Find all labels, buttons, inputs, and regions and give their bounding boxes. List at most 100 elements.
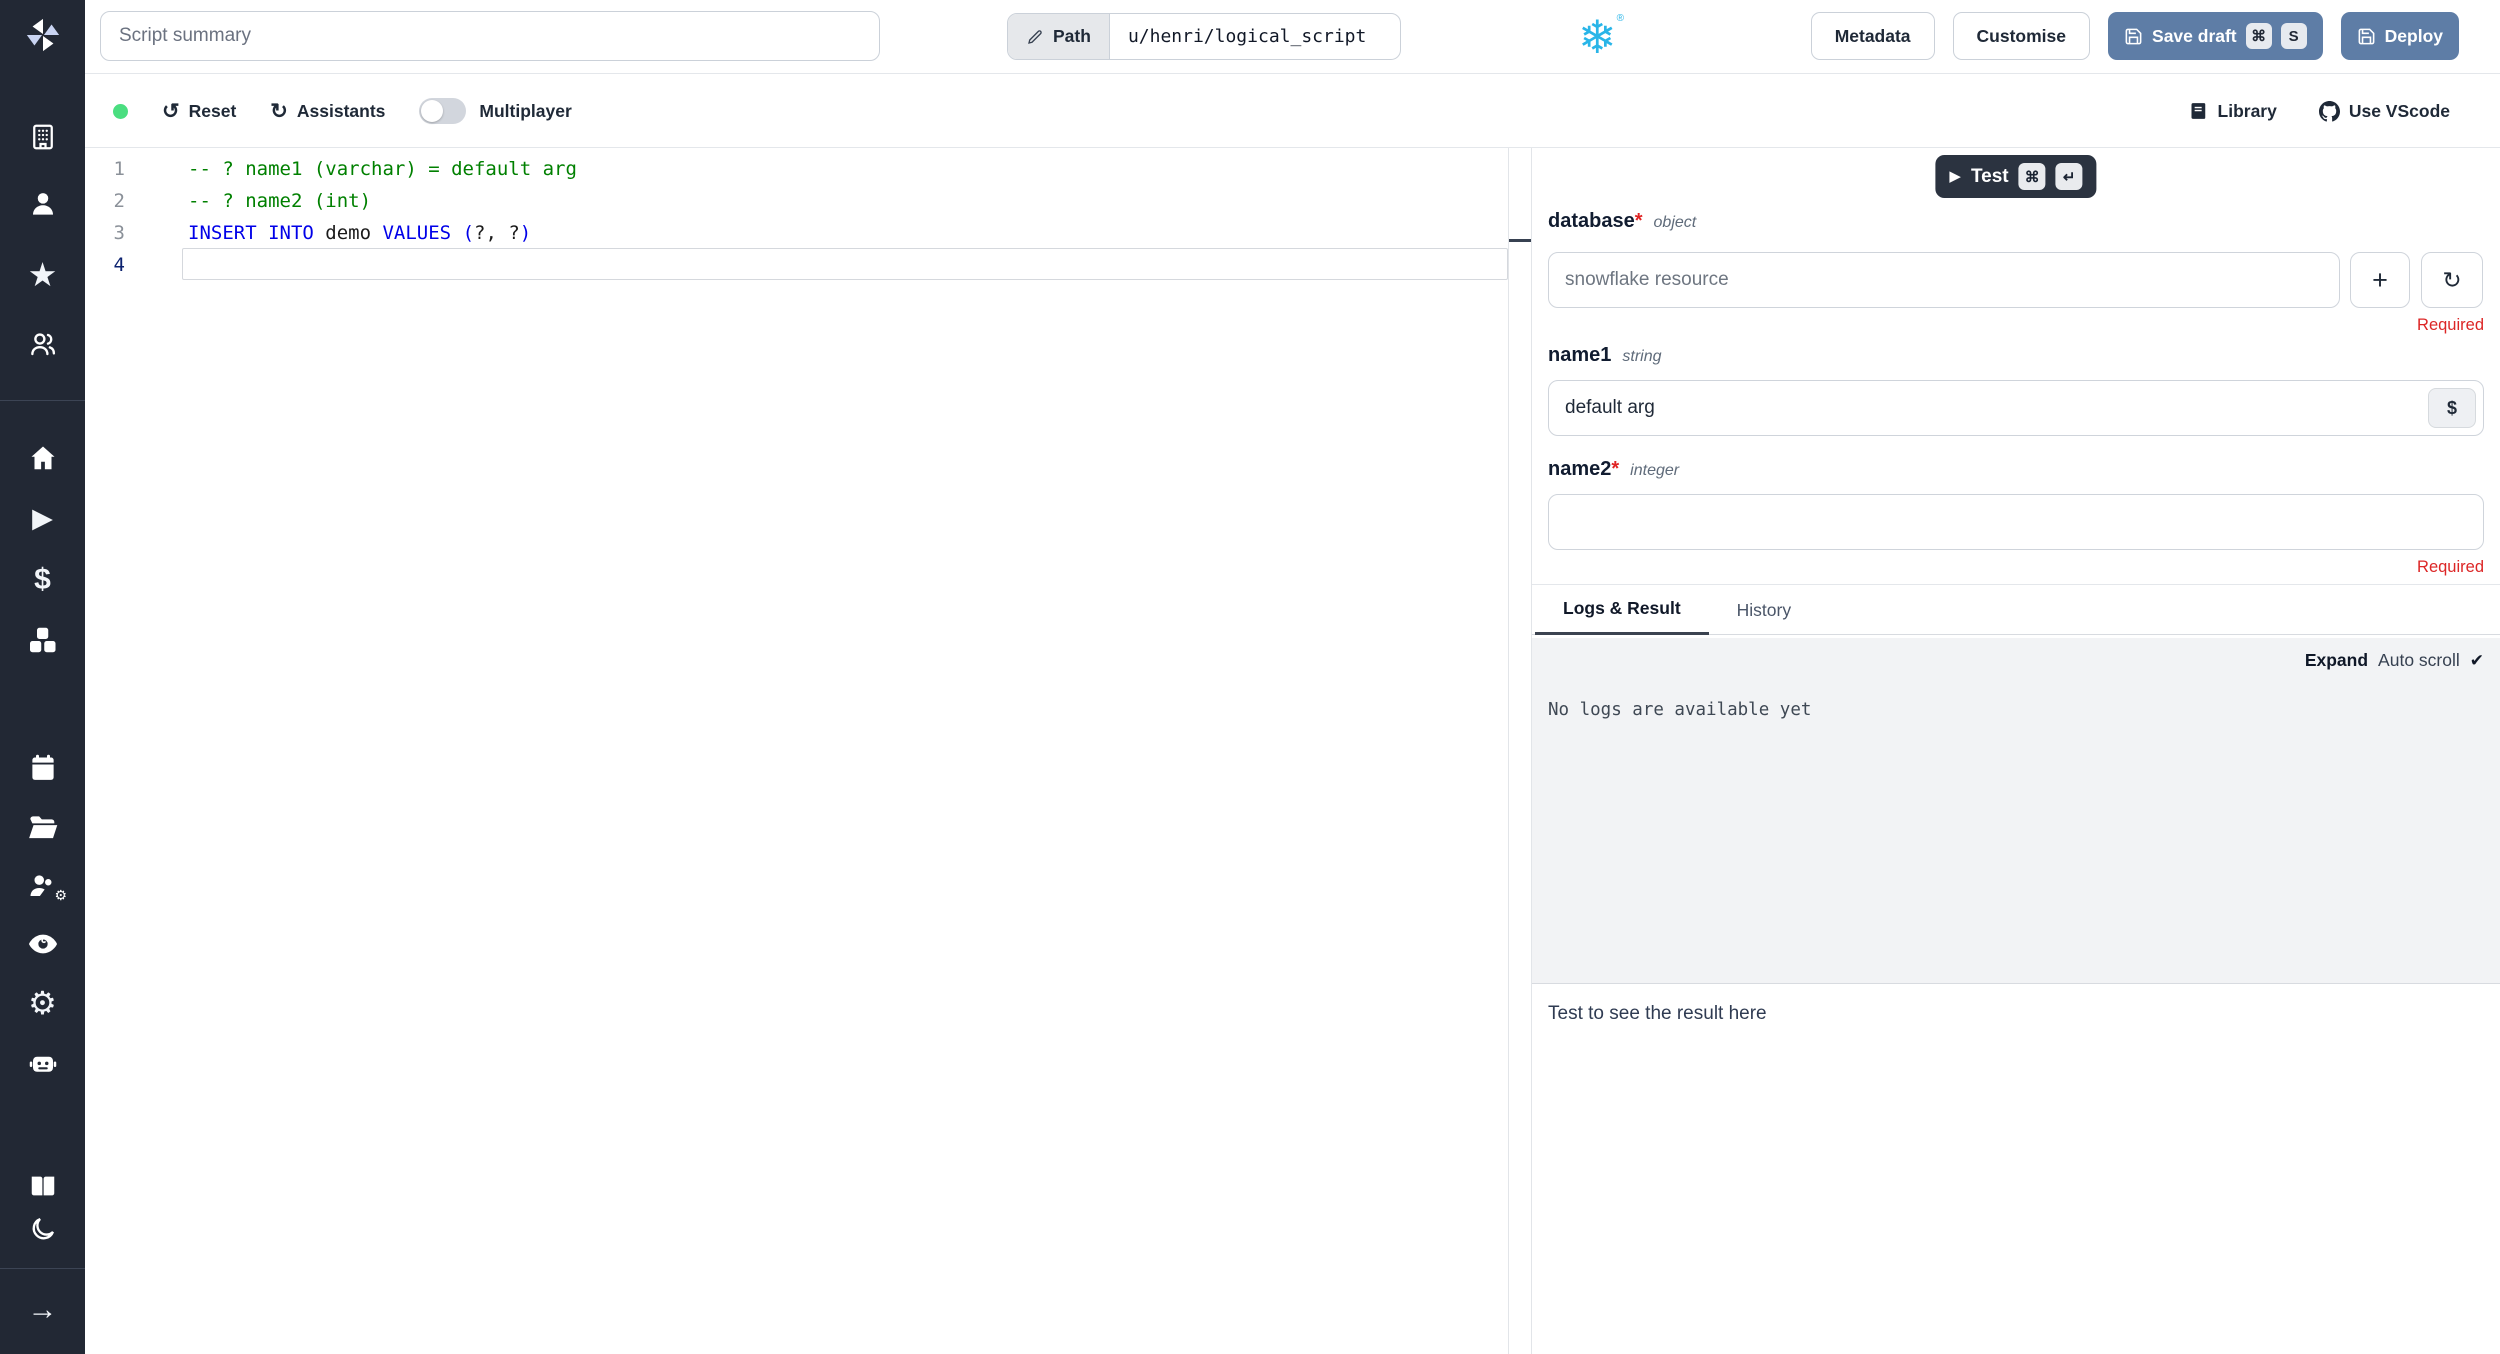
line-number: 3: [113, 222, 125, 244]
customise-button[interactable]: Customise: [1952, 12, 2091, 60]
name2-label-row: name2 * integer: [1548, 458, 1679, 481]
status-dot: [113, 103, 128, 119]
autoscroll-checkbox[interactable]: ✔: [2470, 651, 2484, 671]
path-label: Path: [1053, 26, 1091, 46]
logs-empty-text: No logs are available yet: [1548, 700, 1812, 720]
sidebar-divider: [0, 1268, 85, 1269]
editor-toolbar: ↺ Reset ↻ Assistants Multiplayer Library…: [85, 74, 2500, 148]
refresh-icon: ↻: [270, 99, 288, 123]
resize-grip[interactable]: [1509, 239, 1531, 242]
topbar: Path u/henri/logical_script ❄ ® Metadata…: [85, 0, 2500, 74]
panel-resize-handle[interactable]: [1508, 148, 1532, 1354]
toolbar-right: Library Use VScode: [2189, 74, 2450, 148]
test-button[interactable]: ▶ Test ⌘ ↵: [1935, 155, 2097, 198]
assistants-button[interactable]: ↻ Assistants: [270, 101, 385, 122]
home-icon[interactable]: [0, 436, 85, 480]
result-divider: [1532, 983, 2500, 984]
database-required-text: Required: [2417, 316, 2484, 334]
person-icon[interactable]: [0, 182, 85, 226]
field-label: database: [1548, 210, 1635, 232]
book-open-icon[interactable]: [0, 1164, 85, 1208]
metadata-button[interactable]: Metadata: [1810, 12, 1935, 60]
script-summary-input[interactable]: [100, 11, 880, 61]
play-icon[interactable]: ▶: [0, 496, 85, 540]
library-button[interactable]: Library: [2189, 101, 2277, 122]
required-star: *: [1634, 210, 1643, 232]
result-tabs: Logs & Result History: [1535, 585, 1819, 635]
play-icon: ▶: [1949, 168, 1961, 185]
logs-panel: Expand Auto scroll ✔ No logs are availab…: [1532, 638, 2500, 983]
autoscroll-label: Auto scroll: [2378, 650, 2460, 670]
result-hint-text: Test to see the result here: [1548, 1003, 1767, 1024]
code-editor[interactable]: 1 -- ? name1 (varchar) = default arg 2 -…: [85, 148, 1508, 1354]
gear-icon[interactable]: ⚙: [0, 981, 85, 1025]
mini-gear-icon: ⚙: [54, 887, 67, 903]
save-icon: [2125, 28, 2142, 44]
required-star: *: [1611, 458, 1620, 480]
path-selector[interactable]: Path u/henri/logical_script: [1007, 13, 1401, 60]
field-type: string: [1622, 348, 1662, 365]
line-number: 1: [113, 158, 125, 180]
kbd-return: ↵: [2055, 163, 2083, 190]
kbd-s: S: [2280, 23, 2307, 49]
code-text: -- ? name2 (int): [188, 190, 372, 212]
topbar-actions: Metadata Customise Save draft ⌘ S Deploy: [1810, 12, 2459, 60]
snowflake-icon: ❄: [1578, 11, 1617, 63]
code-line: 4: [85, 249, 1508, 281]
expand-button[interactable]: Expand: [2305, 650, 2368, 671]
multiplayer-toggle[interactable]: [419, 98, 467, 124]
pencil-icon: [1028, 29, 1042, 44]
windmill-logo[interactable]: [0, 13, 85, 57]
logs-controls: Expand Auto scroll ✔: [2305, 650, 2484, 671]
cubes-icon[interactable]: [0, 618, 85, 662]
building-icon[interactable]: [0, 115, 85, 159]
field-label: name2: [1548, 458, 1612, 480]
toggle-knob: [421, 100, 444, 122]
field-label: name1: [1548, 344, 1612, 366]
calendar-icon[interactable]: [0, 746, 85, 790]
robot-icon[interactable]: [0, 1041, 85, 1085]
sidebar: ★ ▶ $ ⚙ ⚙ →: [0, 0, 85, 1354]
github-icon: [2318, 100, 2340, 121]
tab-history[interactable]: History: [1709, 585, 1819, 635]
code-line: 1 -- ? name1 (varchar) = default arg: [85, 153, 1508, 185]
rotate-ccw-icon: ↺: [162, 99, 180, 123]
refresh-resource-button[interactable]: ↻: [2421, 252, 2483, 308]
plus-icon: +: [2372, 264, 2388, 295]
sidebar-divider: [0, 400, 85, 401]
save-icon: [2358, 28, 2375, 44]
kbd-cmd: ⌘: [2245, 23, 2272, 49]
registered-mark: ®: [1616, 13, 1624, 24]
moon-icon[interactable]: [0, 1207, 85, 1251]
path-value[interactable]: u/henri/logical_script: [1110, 14, 1400, 59]
eye-icon[interactable]: [0, 922, 85, 966]
star-icon[interactable]: ★: [0, 252, 85, 296]
run-panel: ▶ Test ⌘ ↵ database* object + ↻ Required…: [1532, 148, 2500, 1354]
user-gear-icon[interactable]: ⚙: [0, 864, 85, 908]
code-text: INSERT INTO demo VALUES (?, ?): [188, 222, 532, 244]
save-draft-button[interactable]: Save draft ⌘ S: [2108, 12, 2323, 60]
path-button[interactable]: Path: [1008, 14, 1110, 59]
add-resource-button[interactable]: +: [2350, 252, 2410, 308]
line-number: 2: [113, 190, 125, 212]
reset-button[interactable]: ↺ Reset: [162, 101, 236, 122]
database-input[interactable]: [1548, 252, 2340, 308]
code-line: 3 INSERT INTO demo VALUES (?, ?): [85, 217, 1508, 249]
line-number-active: 4: [113, 254, 125, 276]
refresh-icon: ↻: [2442, 266, 2462, 293]
arrow-right-icon[interactable]: →: [0, 1288, 85, 1332]
variable-picker-button[interactable]: $: [2428, 388, 2476, 428]
multiplayer-control: Multiplayer: [419, 98, 572, 124]
name2-input[interactable]: [1548, 494, 2484, 550]
name1-input[interactable]: [1548, 380, 2484, 436]
name2-required-text: Required: [2417, 558, 2484, 576]
tab-logs-result[interactable]: Logs & Result: [1535, 585, 1709, 635]
field-type: object: [1653, 214, 1697, 231]
folder-open-icon[interactable]: [0, 805, 85, 849]
dollar-icon[interactable]: $: [0, 558, 85, 602]
use-vscode-button[interactable]: Use VScode: [2318, 100, 2450, 122]
users-icon[interactable]: [0, 322, 85, 366]
windmill-logo-icon: [26, 18, 59, 52]
code-line: 2 -- ? name2 (int): [85, 185, 1508, 217]
deploy-button[interactable]: Deploy: [2340, 12, 2459, 60]
